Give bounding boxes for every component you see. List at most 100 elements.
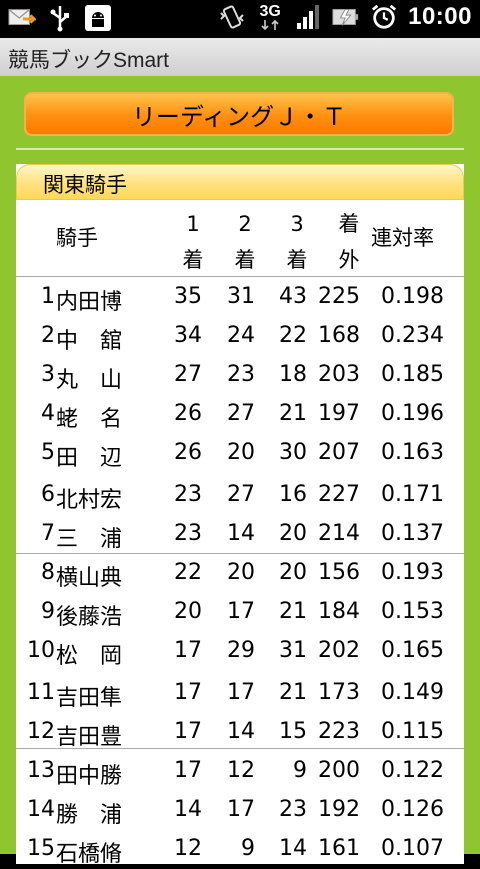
row-name: 横山典: [56, 566, 123, 591]
row-rank: 15: [27, 836, 55, 861]
row-other: 156: [318, 560, 360, 585]
header-second: 2 着: [233, 206, 257, 278]
row-other: 173: [318, 680, 360, 705]
row-second: 20: [227, 560, 255, 585]
table-row[interactable]: 2中 舘 34 24 22 168 0.234: [16, 317, 464, 356]
row-other: 227: [318, 482, 360, 507]
row-first: 27: [174, 362, 202, 387]
header-third-line2: 着: [286, 248, 308, 272]
header-other-line2: 外: [338, 248, 360, 272]
status-bar: 3G 10:00: [0, 0, 480, 38]
row-rank: 11: [27, 680, 55, 705]
table-row[interactable]: 13 田中勝 17 12 9 200 0.122: [16, 752, 464, 791]
row-first: 23: [174, 521, 202, 546]
row-rate: 0.153: [381, 599, 444, 624]
header-third-line1: 3: [290, 212, 304, 236]
row-name: 内田博: [56, 290, 123, 315]
app-title-bar: 競馬ブックSmart: [0, 38, 480, 76]
row-rate: 0.234: [381, 323, 444, 348]
table-row[interactable]: 7三 浦 23 14 20 214 0.137: [16, 515, 464, 554]
row-third: 16: [279, 482, 307, 507]
row-rank: 2: [41, 323, 55, 348]
row-rate: 0.122: [381, 758, 444, 783]
row-second: 31: [227, 284, 255, 309]
header-rate: 連対率: [371, 226, 434, 250]
table-row[interactable]: 4蛯 名 26 27 21 197 0.196: [16, 395, 464, 434]
row-other: 168: [318, 323, 360, 348]
row-rank: 8: [41, 560, 55, 585]
row-other: 202: [318, 638, 360, 663]
table-row[interactable]: 10 松 岡 17 29 31 202 0.165: [16, 632, 464, 671]
table-row[interactable]: 5田 辺 26 20 30 207 0.163: [16, 434, 464, 473]
row-third: 9: [293, 758, 307, 783]
row-second: 14: [227, 719, 255, 744]
signal-icon: [294, 3, 322, 31]
row-other: 214: [318, 521, 360, 546]
mail-icon: [8, 4, 36, 32]
network-3g-icon: 3G: [256, 3, 284, 31]
row-first: 17: [174, 638, 202, 663]
table-row[interactable]: 3丸 山 27 23 18 203 0.185: [16, 356, 464, 395]
table-row[interactable]: 6 北村宏 23 27 16 227 0.171: [16, 476, 464, 515]
table-divider: [16, 276, 464, 277]
row-first: 14: [174, 797, 202, 822]
header-other: 着 外: [337, 206, 361, 278]
row-rank: 5: [41, 440, 55, 465]
table-row[interactable]: 9 後藤浩 20 17 21 184 0.153: [16, 593, 464, 632]
row-rate: 0.163: [381, 440, 444, 465]
row-name: 田 辺: [56, 446, 123, 471]
row-rate: 0.137: [381, 521, 444, 546]
row-other: 225: [318, 284, 360, 309]
table-row[interactable]: 11 吉田隼 17 17 21 173 0.149: [16, 674, 464, 713]
row-second: 29: [227, 638, 255, 663]
row-third: 43: [279, 284, 307, 309]
row-second: 12: [227, 758, 255, 783]
header-jockey: 騎手: [56, 226, 98, 250]
row-third: 15: [279, 719, 307, 744]
row-name: 中 舘: [56, 329, 123, 354]
row-third: 30: [279, 440, 307, 465]
header-first-line1: 1: [186, 212, 200, 236]
row-name: 後藤浩: [56, 605, 123, 630]
row-name: 蛯 名: [56, 407, 123, 432]
row-second: 27: [227, 482, 255, 507]
row-third: 21: [279, 599, 307, 624]
header-other-line1: 着: [338, 212, 360, 236]
row-second: 17: [227, 599, 255, 624]
section-tab-kanto-jockeys[interactable]: 関東騎手: [16, 164, 464, 200]
row-first: 17: [174, 680, 202, 705]
row-second: 20: [227, 440, 255, 465]
row-rate: 0.171: [381, 482, 444, 507]
leading-jt-button-label: リーディングＪ・Ｔ: [131, 102, 347, 131]
row-rank: 1: [41, 284, 55, 309]
row-first: 22: [174, 560, 202, 585]
row-name: 丸 山: [56, 368, 123, 393]
row-name: 石橋脩: [56, 842, 123, 867]
row-name: 吉田豊: [56, 725, 123, 750]
row-first: 35: [174, 284, 202, 309]
row-third: 20: [279, 521, 307, 546]
table-row[interactable]: 1 内田博 35 31 43 225 0.198: [16, 278, 464, 317]
leading-jt-button[interactable]: リーディングＪ・Ｔ: [24, 92, 454, 136]
row-second: 27: [227, 401, 255, 426]
row-rank: 12: [27, 719, 55, 744]
row-name: 田中勝: [56, 764, 123, 789]
row-third: 22: [279, 323, 307, 348]
row-other: 223: [318, 719, 360, 744]
table-row[interactable]: 15 石橋脩 12 9 14 161 0.107: [16, 830, 464, 869]
table-row[interactable]: 12 吉田豊 17 14 15 223 0.115: [16, 713, 464, 752]
standings-panel[interactable]: 関東騎手 騎手 1 着 2 着 3 着 着 外 連対率 1 内田博 35 31 43 22…: [16, 164, 464, 867]
row-rate: 0.107: [381, 836, 444, 861]
table-row[interactable]: 14 勝 浦 14 17 23 192 0.126: [16, 791, 464, 830]
battery-charging-icon: [332, 3, 360, 31]
row-name: 三 浦: [56, 527, 123, 552]
table-row[interactable]: 8 横山典 22 20 20 156 0.193: [16, 554, 464, 593]
row-rate: 0.185: [381, 362, 444, 387]
row-rank: 13: [27, 758, 55, 783]
status-time: 10:00: [408, 3, 472, 30]
row-rank: 3: [41, 362, 55, 387]
header-first-line2: 着: [182, 248, 204, 272]
row-third: 14: [279, 836, 307, 861]
main-content: リーディングＪ・Ｔ 関東騎手 騎手 1 着 2 着 3 着 着 外 連対率 1内…: [0, 76, 480, 867]
vibrate-icon: [218, 3, 246, 31]
